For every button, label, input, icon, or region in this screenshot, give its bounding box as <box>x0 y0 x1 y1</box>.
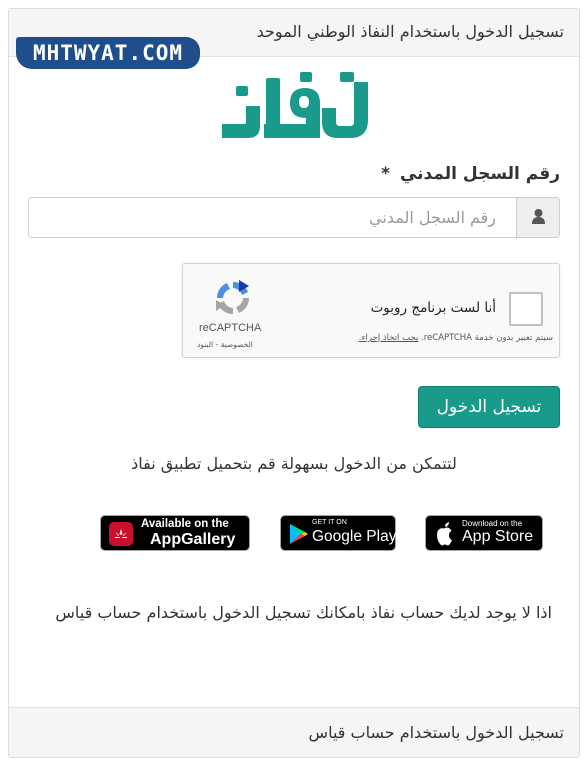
huawei-icon <box>109 522 133 546</box>
recaptcha-terms-text: سيتم تعبير بدون خدمة reCAPTCHA. <box>421 333 553 343</box>
required-mark: * <box>381 164 391 184</box>
google-play-big-text: Google Play <box>312 528 397 545</box>
site-watermark: MHTWYAT.COM <box>16 37 200 69</box>
login-button[interactable]: تسجيل الدخول <box>418 386 560 428</box>
app-store-badge[interactable]: Download on the App Store <box>425 515 543 551</box>
panel-header-title: تسجيل الدخول باستخدام النفاذ الوطني المو… <box>256 22 564 41</box>
recaptcha-icon <box>216 280 250 315</box>
civil-id-label: رقم السجل المدني * <box>381 164 560 184</box>
download-app-text: لتتمكن من الدخول بسهولة قم بتحميل تطبيق … <box>131 454 457 473</box>
google-play-icon <box>290 524 308 544</box>
nafath-logo <box>222 72 368 138</box>
app-store-small-text: Download on the <box>462 519 523 528</box>
appgallery-small-text: Available on the <box>141 518 229 530</box>
recaptcha-widget: أنا لست برنامج روبوت سيتم تعبير بدون خدم… <box>182 263 560 358</box>
civil-id-input-group <box>28 197 560 238</box>
appgallery-badge[interactable]: Available on the AppGallery <box>100 515 250 551</box>
watermark-text: MHTWYAT.COM <box>32 41 184 65</box>
recaptcha-links[interactable]: الخصوصية - البنود <box>197 340 253 349</box>
panel-footer[interactable]: تسجيل الدخول باستخدام حساب قياس <box>9 707 579 757</box>
recaptcha-terms: سيتم تعبير بدون خدمة reCAPTCHA. يجب اتخا… <box>359 333 553 343</box>
user-icon <box>516 198 559 237</box>
civil-id-input[interactable] <box>29 198 516 237</box>
google-play-small-text: GET IT ON <box>312 519 347 526</box>
civil-id-label-text: رقم السجل المدني <box>399 164 560 184</box>
app-store-big-text: App Store <box>462 528 534 545</box>
apple-icon <box>437 522 452 546</box>
no-account-text: اذا لا يوجد لديك حساب نفاذ بامكانك تسجيل… <box>55 603 552 622</box>
appgallery-big-text: AppGallery <box>150 531 236 548</box>
recaptcha-checkbox[interactable] <box>509 292 543 326</box>
recaptcha-brand: reCAPTCHA <box>199 322 262 334</box>
recaptcha-label: أنا لست برنامج روبوت <box>370 300 496 316</box>
qiyas-login-link[interactable]: تسجيل الدخول باستخدام حساب قياس <box>309 723 564 742</box>
recaptcha-terms-link[interactable]: يجب اتخاذ إجراء. <box>359 333 419 343</box>
google-play-badge[interactable]: GET IT ON Google Play <box>280 515 396 551</box>
